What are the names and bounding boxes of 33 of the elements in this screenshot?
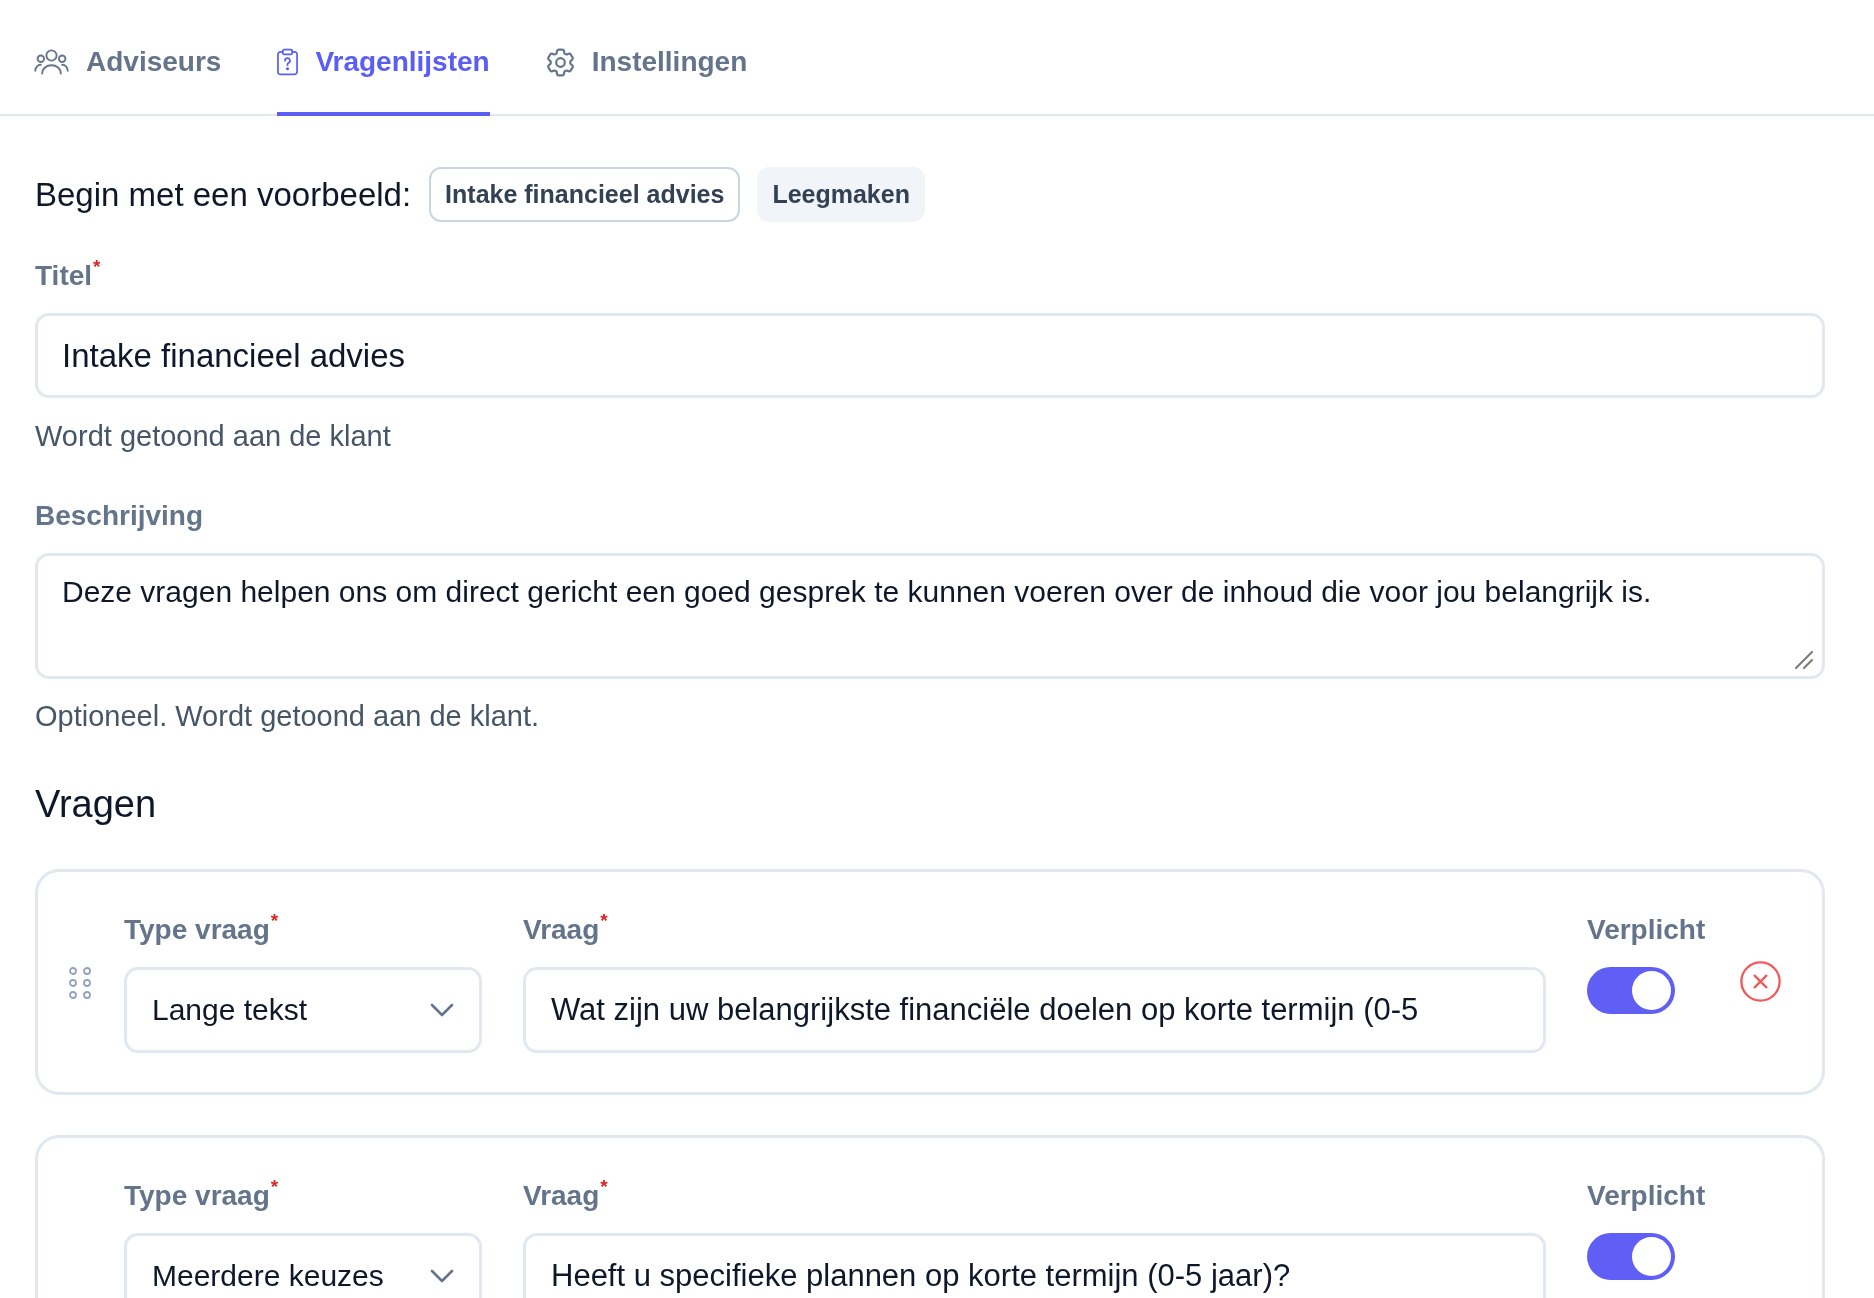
field-label: Type vraag$^{*}$: [124, 1179, 280, 1213]
x-circle-icon[interactable]: [1740, 961, 1781, 1002]
chevron-down-icon: [430, 1269, 454, 1283]
clear-button[interactable]: Leegmaken: [757, 167, 925, 222]
description-textarea[interactable]: Deze vragen helpen ons om direct gericht een goed gesprek te kunnen voeren over de inhoud die voor jou belangrijk is.: [35, 553, 1825, 679]
field-label: Titel$^{*}$: [35, 259, 102, 293]
toggle-switch[interactable]: [1587, 1233, 1675, 1280]
chevron-down-icon: [430, 1003, 454, 1017]
toggle-switch[interactable]: [1587, 967, 1675, 1014]
help-text: Wordt getoond aan de klant: [35, 420, 392, 452]
field-label: Vraag$^{*}$: [523, 913, 609, 947]
tab[interactable]: Vragenlijsten: [277, 0, 490, 116]
resize-handle-icon[interactable]: [1795, 651, 1813, 669]
question-type-select[interactable]: Meerdere keuzes: [124, 1233, 482, 1298]
question-input[interactable]: Heeft u specifieke plannen op korte termijn (0-5 jaar)?: [523, 1233, 1546, 1298]
users-icon: [34, 49, 69, 75]
field-label: Beschrijving: [35, 499, 205, 533]
gear-icon: [545, 47, 575, 77]
help-text: Optioneel. Wordt getoond aan de klant.: [35, 700, 541, 732]
drag-handle-icon[interactable]: [69, 967, 91, 999]
tab[interactable]: Adviseurs: [34, 0, 222, 116]
prompt-text: Begin met een voorbeeld:: [35, 174, 412, 215]
example-button[interactable]: Intake financieel advies: [429, 167, 741, 222]
field-label: Verplicht: [1587, 1179, 1707, 1213]
tab[interactable]: Instellingen: [545, 0, 748, 116]
field-label: Type vraag$^{*}$: [124, 913, 280, 947]
clipboard-question-icon: [277, 48, 299, 76]
question-input[interactable]: Wat zijn uw belangrijkste financiële doelen op korte termijn (0-5: [523, 967, 1546, 1053]
field-label: Vraag$^{*}$: [523, 1179, 609, 1213]
title-input[interactable]: Intake financieel advies: [35, 313, 1825, 398]
section-heading: Vragen: [35, 782, 158, 827]
question-type-select[interactable]: Lange tekst: [124, 967, 482, 1053]
field-label: Verplicht: [1587, 913, 1707, 947]
